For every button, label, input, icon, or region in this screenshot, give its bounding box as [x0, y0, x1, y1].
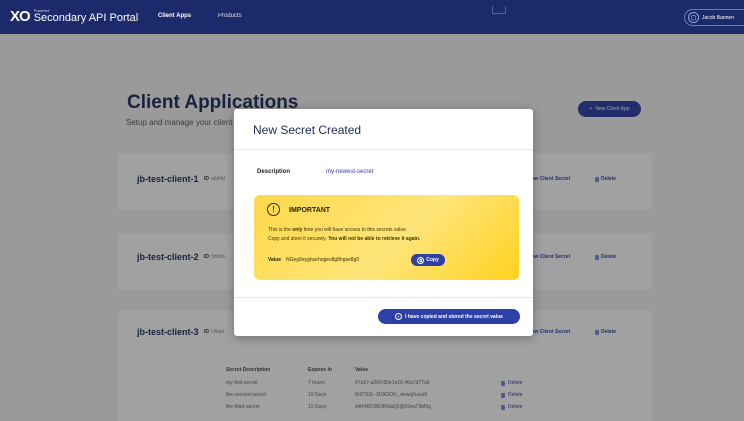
logo-mark: XO: [10, 8, 31, 25]
info-icon: !: [395, 313, 403, 320]
nav-products[interactable]: Products: [218, 13, 242, 19]
secret-value[interactable]: NGeg9eyghsehoges8g8hgse8g0: [286, 257, 359, 263]
logo-text: Powered Secondary API Portal: [34, 9, 139, 24]
modal-title: New Secret Created: [253, 123, 362, 137]
secret-value-label: Value: [268, 257, 282, 263]
nav-indicator-icon: [492, 6, 506, 14]
new-secret-modal: New Secret Created Description my-newest…: [234, 109, 533, 336]
notice-text: This is the: [268, 227, 293, 233]
confirm-copied-button[interactable]: ! I have copied and stored the secret va…: [378, 309, 520, 324]
user-menu[interactable]: ◯ Jacob Bannen: [684, 9, 744, 26]
top-navigation-bar: XO Powered Secondary API Portal Client A…: [0, 0, 744, 34]
user-avatar-icon: ◯: [688, 12, 699, 23]
important-title: IMPORTANT: [289, 207, 331, 214]
copy-button[interactable]: ⧉ Copy: [411, 254, 445, 266]
copy-label: Copy: [426, 257, 439, 263]
description-value: my-newest-secret: [326, 169, 374, 175]
confirm-label: I have copied and stored the secret valu…: [405, 313, 503, 320]
notice-line-2: Copy and store it securely. You will not…: [268, 236, 420, 242]
nav-client-apps[interactable]: Client Apps: [158, 13, 191, 19]
notice-line-1: This is the only time you will have acce…: [268, 227, 407, 233]
portal-logo[interactable]: XO Powered Secondary API Portal: [10, 8, 138, 25]
warning-icon: !: [267, 203, 280, 216]
important-notice: ! IMPORTANT This is the only time you wi…: [254, 195, 519, 280]
notice-emphasis: only: [292, 227, 303, 233]
notice-emphasis: You will not be able to retrieve it agai…: [328, 236, 421, 242]
copy-icon: ⧉: [417, 256, 425, 264]
notice-text: time you will have access to this secret…: [302, 227, 408, 233]
notice-text: Copy and store it securely.: [268, 236, 329, 242]
divider: [234, 297, 533, 298]
portal-title: Secondary API Portal: [33, 12, 139, 24]
description-label: Description: [257, 169, 291, 175]
user-name: Jacob Bannen: [702, 14, 734, 21]
divider: [234, 149, 533, 150]
logo-small-text: Powered: [33, 8, 50, 13]
